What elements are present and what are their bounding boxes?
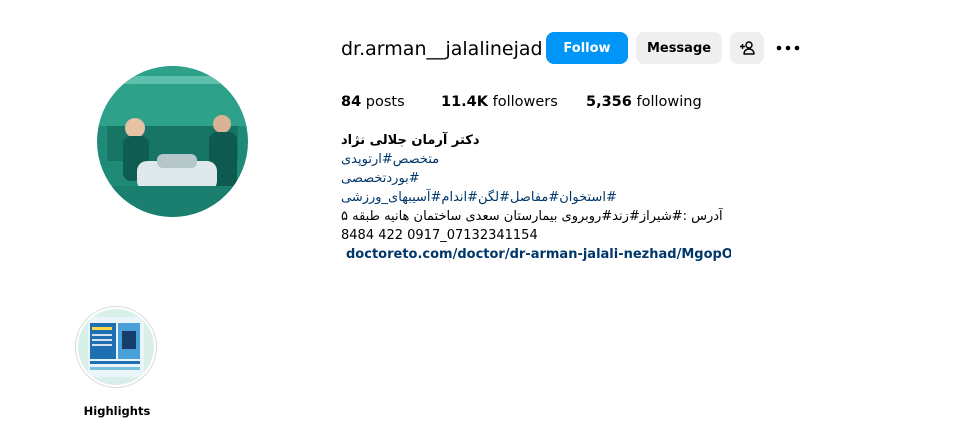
highlight-cover [78,309,154,385]
bio-full-name: دکتر آرمان جلالی نژاد [341,133,480,148]
highlight-label: Highlights [83,404,151,418]
followers-label: followers [492,94,558,110]
following-count: 5,356 [586,94,632,110]
following-stat[interactable]: 5,356 following [586,94,702,110]
avatar-photo [97,66,248,217]
profile-username: dr.arman__jalalinejad [341,38,543,60]
bio-line[interactable]: متخصص#ارتوپدی [341,150,731,169]
highlight-bubble[interactable] [75,306,157,388]
following-label: following [636,94,702,110]
bio-link[interactable]: doctoreto.com/doctor/dr-arman-jalali-nez… [341,245,731,264]
highlight-cover-image [78,309,154,385]
more-options-icon [776,45,800,51]
add-user-icon [740,41,755,55]
bio-line[interactable]: #بوردتخصصی [341,169,731,188]
posts-label: posts [365,94,405,110]
posts-stat: 84 posts [341,94,405,110]
profile-bio: دکتر آرمان جلالی نژاد متخصص#ارتوپدی #بور… [341,131,731,264]
suggested-users-button[interactable] [730,32,764,64]
profile-avatar[interactable] [97,66,248,217]
posts-count: 84 [341,94,362,110]
followers-count: 11.4K [441,94,489,110]
bio-phone: 8484 422 0917_07132341154 [341,228,538,243]
more-options-button[interactable] [774,36,802,60]
bio-line[interactable]: #استخوان#مفاصل#لگن#اندام#آسیبهای_ورزشی [341,188,731,207]
follow-button[interactable]: Follow [546,32,628,64]
bio-address: آدرس :#شیراز#زند#روبروی بیمارستان سعدی س… [341,209,723,224]
followers-stat[interactable]: 11.4K followers [441,94,558,110]
message-button[interactable]: Message [636,32,722,64]
bio-link-text[interactable]: doctoreto.com/doctor/dr-arman-jalali-nez… [346,245,731,264]
